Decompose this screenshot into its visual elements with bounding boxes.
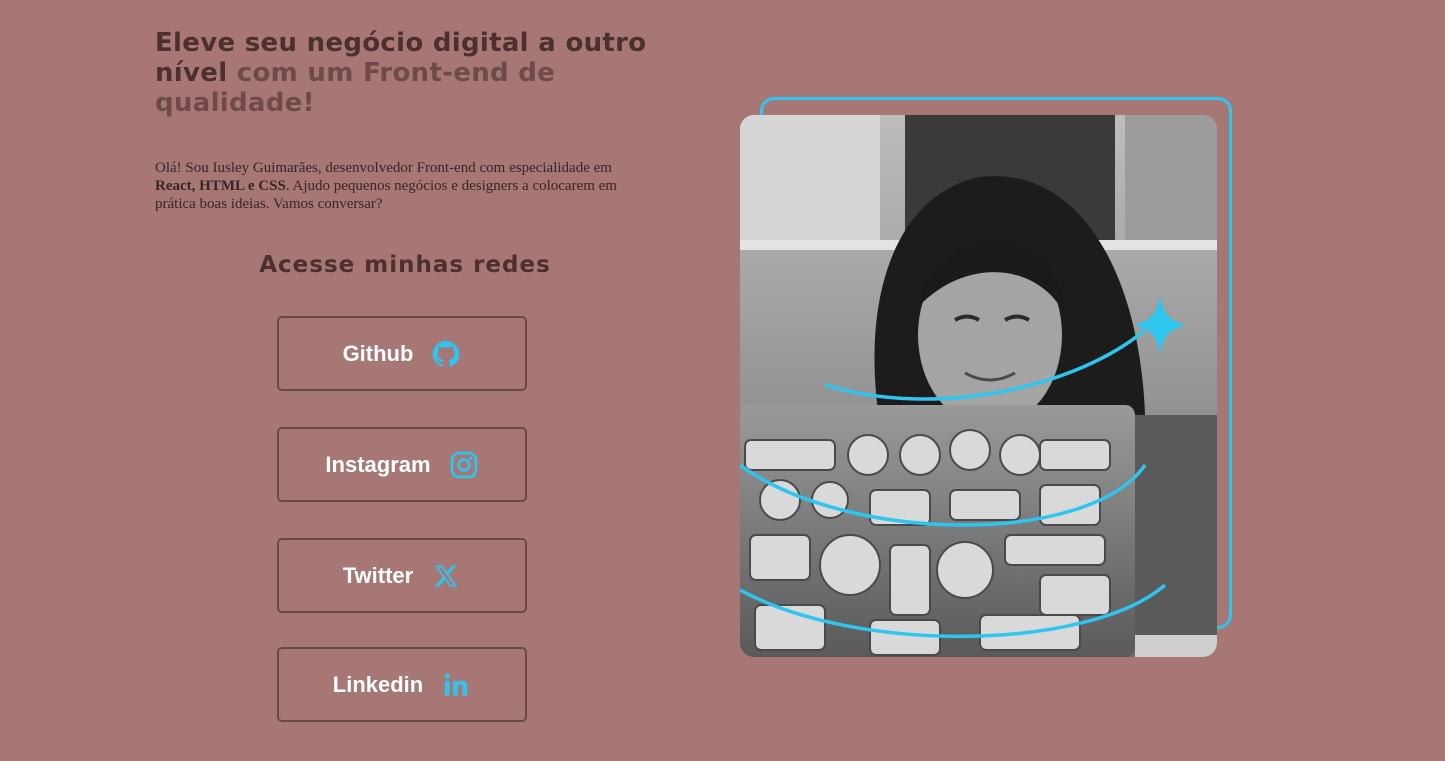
twitter-label: Twitter (342, 562, 414, 588)
instagram-label: Instagram (325, 451, 431, 477)
networks-title: Acesse minhas redes (259, 252, 551, 278)
github-button[interactable]: Github (277, 316, 527, 391)
twitter-button[interactable]: Twitter (277, 538, 527, 613)
linkedin-label: Linkedin (332, 671, 424, 697)
profile-photo (740, 115, 1217, 657)
instagram-button[interactable]: Instagram (277, 427, 527, 502)
github-label: Github (342, 340, 414, 366)
linkedin-button[interactable]: Linkedin (277, 647, 527, 722)
x-twitter-icon (431, 561, 461, 591)
linkedin-icon (441, 670, 471, 700)
intro-skills: React, HTML e CSS (155, 178, 286, 194)
intro-text-start: Olá! Sou Iusley Guimarães, desenvolvedor… (155, 160, 612, 176)
intro-paragraph: Olá! Sou Iusley Guimarães, desenvolvedor… (155, 159, 655, 213)
github-icon (431, 339, 461, 369)
headline: Eleve seu negócio digital a outro nível … (155, 28, 675, 118)
instagram-icon (449, 450, 479, 480)
